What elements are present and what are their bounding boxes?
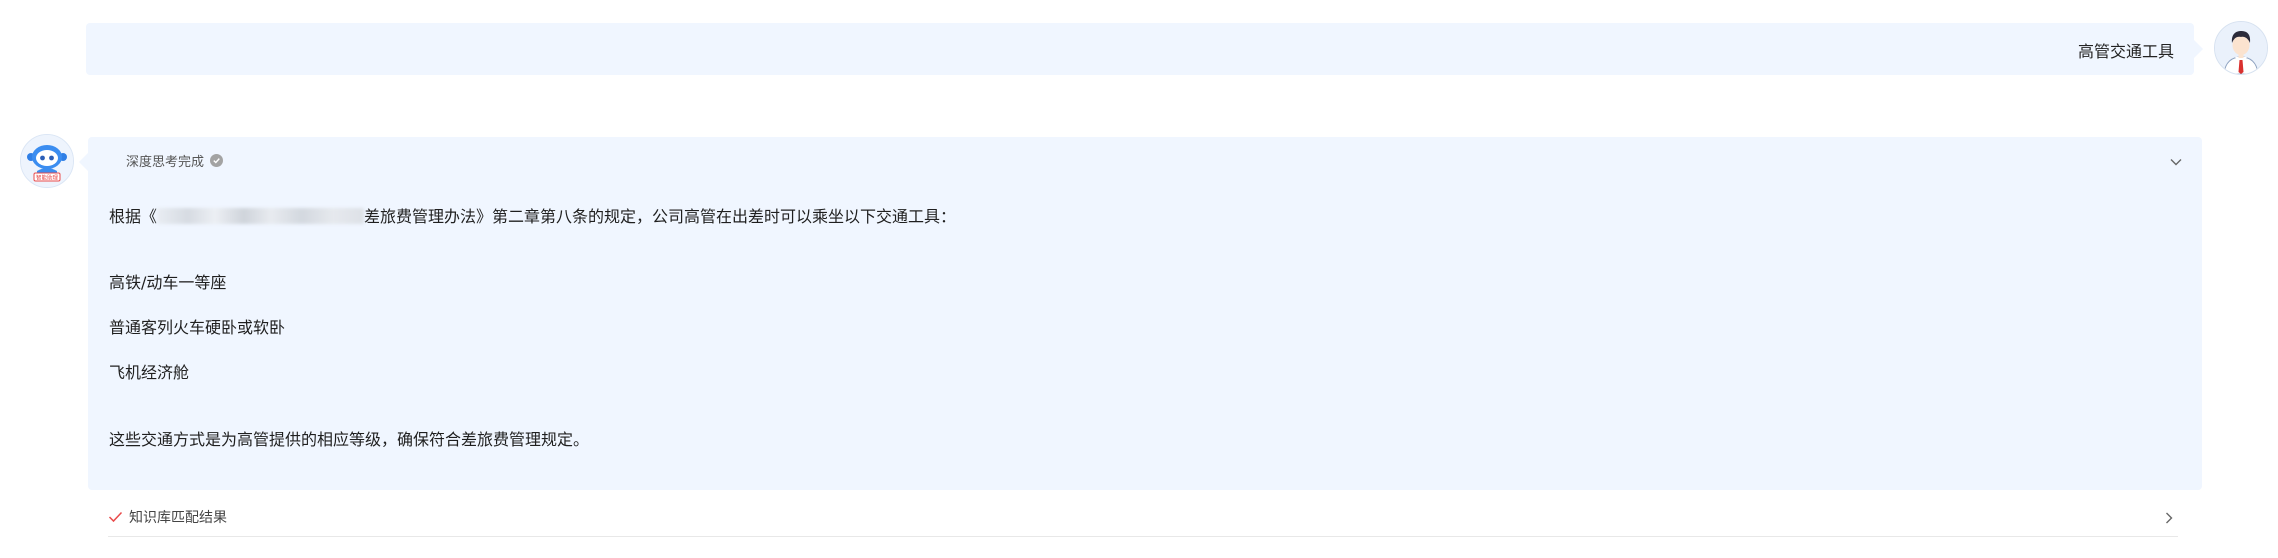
list-item: 普通客列火车硬卧或软卧 xyxy=(109,318,286,337)
chevron-down-icon xyxy=(2170,159,2182,166)
knowledge-base-result-row[interactable]: 知识库匹配结果 xyxy=(108,498,2178,537)
answer-conclusion: 这些交通方式是为高管提供的相应等级，确保符合差旅费管理规定。 xyxy=(109,430,590,449)
thinking-status-label: 深度思考完成 xyxy=(126,155,205,170)
user-message-bubble: 高管交通工具 xyxy=(86,23,2203,75)
bot-badge-text: 智能助理 xyxy=(36,174,59,182)
thinking-status: 深度思考完成 xyxy=(126,151,224,170)
collapse-toggle[interactable] xyxy=(2168,153,2184,166)
checkmark-icon xyxy=(108,511,123,523)
check-circle-icon xyxy=(210,154,224,167)
bot-avatar: 智能助理 xyxy=(20,134,74,188)
assistant-message-bubble: 深度思考完成 根据《 差旅费管理办法》第二章第八条的规定，公司高管在出差时可以乘坐… xyxy=(79,137,2202,490)
list-item: 飞机经济舱 xyxy=(109,363,190,382)
user-avatar xyxy=(2214,21,2268,75)
knowledge-base-label: 知识库匹配结果 xyxy=(129,510,227,526)
redacted-text xyxy=(157,208,365,224)
robot-icon: 智能助理 xyxy=(21,135,73,187)
chevron-right-icon xyxy=(2166,512,2173,524)
user-avatar-icon xyxy=(2215,22,2267,74)
user-message-text: 高管交通工具 xyxy=(2077,42,2174,61)
answer-intro: 根据《 差旅费管理办法》第二章第八条的规定，公司高管在出差时可以乘坐以下交通工具： xyxy=(109,207,957,226)
list-item: 高铁/动车一等座 xyxy=(109,273,227,292)
